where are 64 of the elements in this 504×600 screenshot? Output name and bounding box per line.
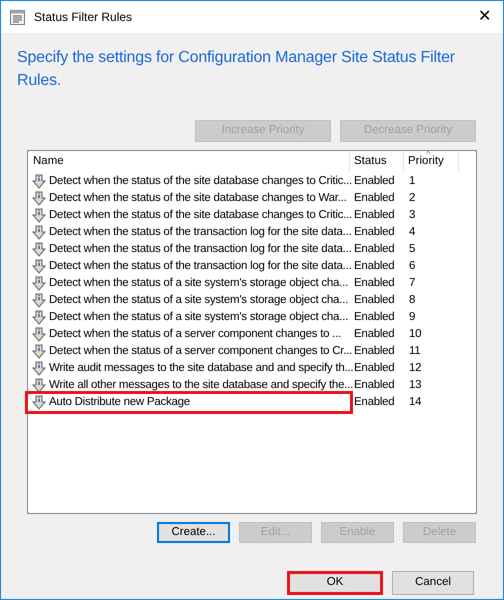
rule-priority: 6 bbox=[408, 258, 416, 274]
rule-priority: 9 bbox=[408, 310, 416, 325]
rule-icon bbox=[32, 310, 46, 325]
rule-priority: 8 bbox=[408, 292, 416, 308]
rule-status: Enabled bbox=[353, 208, 396, 223]
rule-status: Enabled bbox=[353, 326, 396, 342]
rule-name: Detect when the status of the site database changes to Critic... bbox=[49, 174, 352, 189]
rule-icon bbox=[32, 395, 46, 410]
rule-status: Enabled bbox=[353, 344, 396, 359]
column-header[interactable]: Priority bbox=[408, 153, 444, 171]
rule-name: Detect when the status of the site database changes to Critic... bbox=[49, 208, 352, 223]
rule-priority: 7 bbox=[408, 276, 416, 291]
rule-status: Enabled bbox=[353, 224, 396, 240]
rule-name: Detect when the status of the site database changes to War... bbox=[49, 190, 347, 206]
rule-priority: 5 bbox=[408, 242, 416, 257]
rule-name: Detect when the status of a server component changes to ... bbox=[49, 326, 342, 342]
rule-status: Enabled bbox=[353, 394, 396, 410]
action-button[interactable]: Create... bbox=[157, 522, 230, 544]
rule-icon bbox=[32, 293, 46, 308]
rule-icon bbox=[32, 259, 46, 274]
rule-priority: 10 bbox=[408, 326, 422, 342]
rule-priority: 14 bbox=[408, 394, 422, 410]
window-title: Status Filter Rules bbox=[34, 9, 132, 26]
rule-icon bbox=[32, 191, 46, 206]
rule-name: Detect when the status of a site system's storage object cha... bbox=[49, 310, 348, 325]
rule-name: Write audit messages to the site database and and specify th... bbox=[49, 360, 354, 376]
rule-priority: 13 bbox=[408, 378, 422, 393]
rule-priority: 3 bbox=[408, 208, 416, 223]
close-button[interactable]: ✕ bbox=[478, 9, 491, 25]
ok-button[interactable]: OK bbox=[287, 571, 383, 594]
rule-priority: 11 bbox=[408, 344, 420, 359]
rule-status: Enabled bbox=[353, 242, 396, 257]
rule-icon bbox=[32, 174, 46, 189]
rule-status: Enabled bbox=[353, 174, 396, 189]
column-header[interactable]: Name bbox=[33, 153, 64, 171]
rule-status: Enabled bbox=[353, 258, 396, 274]
rule-priority: 12 bbox=[408, 360, 422, 376]
rule-icon bbox=[32, 225, 46, 240]
rule-icon bbox=[32, 242, 46, 257]
rule-name: Detect when the status of a site system's storage object cha... bbox=[49, 276, 348, 291]
rule-icon bbox=[32, 208, 46, 223]
rule-name: Detect when the status of the transaction log for the site data... bbox=[49, 224, 352, 240]
rule-icon bbox=[32, 378, 46, 393]
rule-icon bbox=[32, 361, 46, 376]
rule-icon bbox=[32, 327, 46, 342]
rule-status: Enabled bbox=[353, 310, 396, 325]
rule-name: Detect when the status of the transaction log for the site data... bbox=[49, 242, 352, 257]
rule-name: Auto Distribute new Package bbox=[49, 394, 190, 410]
heading-text: Specify the settings for Configuration Manager Site Status Filter Rules. bbox=[17, 48, 456, 91]
cancel-button[interactable]: Cancel bbox=[392, 571, 474, 594]
column-header[interactable]: Status bbox=[354, 153, 387, 171]
rule-name: Detect when the status of a server component changes to Cr... bbox=[49, 344, 352, 359]
rule-status: Enabled bbox=[353, 276, 396, 291]
rule-status: Enabled bbox=[353, 190, 396, 206]
rule-status: Enabled bbox=[353, 292, 396, 308]
rule-icon bbox=[32, 344, 46, 359]
window-icon bbox=[10, 10, 25, 24]
rule-priority: 2 bbox=[408, 190, 416, 206]
rule-name: Detect when the status of a site system's storage object cha... bbox=[49, 292, 348, 308]
rule-name: Detect when the status of the transaction log for the site data... bbox=[49, 258, 352, 274]
rule-icon bbox=[32, 276, 46, 291]
rule-priority: 4 bbox=[408, 224, 416, 240]
rule-priority: 1 bbox=[408, 174, 416, 189]
rule-name: Write all other messages to the site database and specify the... bbox=[49, 378, 354, 393]
